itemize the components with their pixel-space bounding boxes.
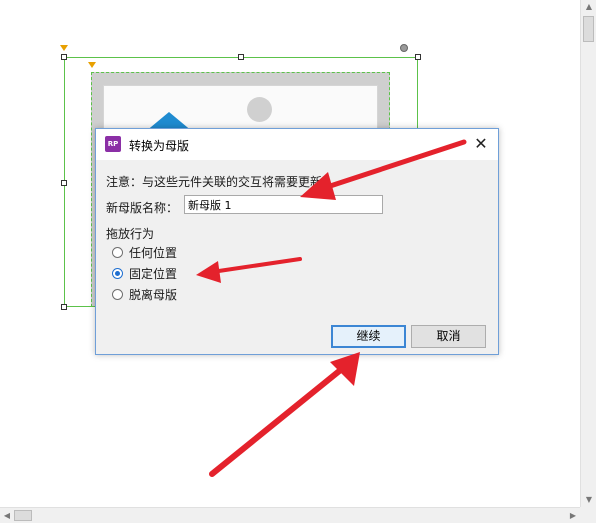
drag-behavior-label: 拖放行为	[106, 227, 155, 241]
master-name-input[interactable]	[184, 195, 383, 214]
option-detach[interactable]: 脱离母版	[112, 286, 177, 302]
resize-handle-top-left[interactable]	[61, 54, 67, 60]
resize-handle-bottom-left[interactable]	[61, 304, 67, 310]
close-icon[interactable]: ✕	[468, 132, 494, 156]
option-anywhere-label: 任何位置	[129, 245, 178, 260]
vertical-scroll-thumb[interactable]	[583, 16, 594, 42]
notice-text: 注意：与这些元件关联的交互将需要更新。	[106, 175, 335, 189]
scroll-up-icon[interactable]: ▲	[581, 0, 596, 14]
inner-marker-icon[interactable]	[88, 62, 96, 68]
scroll-down-icon[interactable]: ▼	[581, 493, 596, 507]
dialog-titlebar[interactable]: RP 转换为母版 ✕	[96, 129, 498, 160]
option-fixed-position-label: 固定位置	[129, 266, 178, 281]
option-anywhere[interactable]: 任何位置	[112, 244, 177, 260]
scrollbar-corner	[580, 507, 596, 523]
horizontal-scrollbar[interactable]: ◀ ▶	[0, 507, 580, 523]
option-detach-label: 脱离母版	[129, 287, 178, 302]
resize-handle-top-right[interactable]	[415, 54, 421, 60]
cancel-button[interactable]: 取消	[411, 325, 486, 348]
scroll-left-icon[interactable]: ◀	[0, 508, 14, 524]
radio-fixed-position[interactable]	[112, 267, 123, 279]
radio-anywhere[interactable]	[112, 246, 123, 258]
radio-detach[interactable]	[112, 288, 123, 300]
continue-button[interactable]: 继续	[331, 325, 406, 348]
horizontal-scroll-thumb[interactable]	[14, 510, 32, 521]
resize-handle-top[interactable]	[238, 54, 244, 60]
rotate-handle[interactable]	[400, 44, 408, 52]
app-logo-icon: RP	[105, 136, 121, 152]
resize-handle-left[interactable]	[61, 180, 67, 186]
option-fixed-position[interactable]: 固定位置	[112, 265, 177, 281]
convert-to-master-dialog: RP 转换为母版 ✕ 注意：与这些元件关联的交互将需要更新。 新母版名称： 拖放…	[95, 128, 499, 355]
corner-radius-marker-icon[interactable]	[60, 45, 68, 51]
master-name-label: 新母版名称：	[106, 201, 179, 215]
scroll-right-icon[interactable]: ▶	[566, 508, 580, 524]
dialog-title: 转换为母版	[129, 139, 190, 153]
vertical-scrollbar[interactable]: ▲ ▼	[580, 0, 596, 507]
